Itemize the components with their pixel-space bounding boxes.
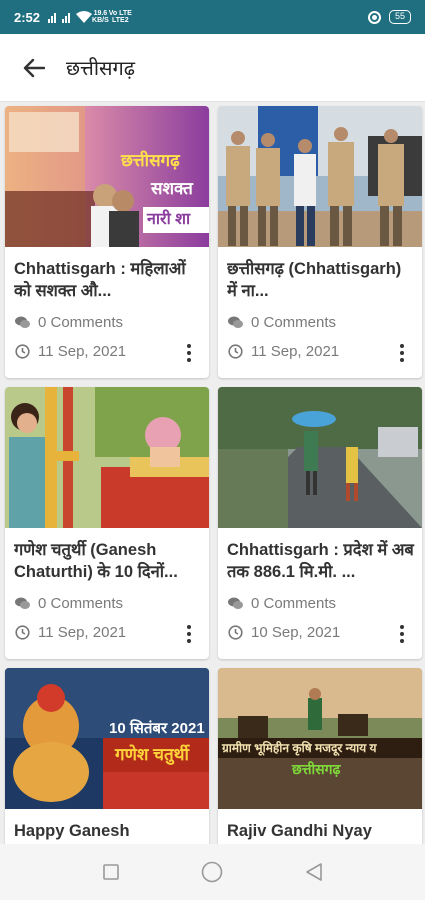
thumb-caption-2: सशक्त <box>151 179 193 198</box>
net-speed-unit: KB/S <box>92 17 109 24</box>
article-date-text: 11 Sep, 2021 <box>251 343 340 360</box>
article-title[interactable]: Chhattisgarh : प्रदेश में अब तक 886.1 मि… <box>227 539 415 583</box>
home-button[interactable] <box>192 852 232 892</box>
arrow-left-icon <box>23 58 45 77</box>
article-thumbnail <box>5 387 209 528</box>
clock-icon <box>14 344 30 360</box>
recents-button[interactable] <box>91 852 131 892</box>
comment-icon <box>14 315 30 331</box>
clock-icon <box>14 625 30 641</box>
net-speed-value: 19.6 <box>93 10 108 17</box>
clock-icon <box>227 625 243 641</box>
thumb-caption-scheme: ग्रामीण भूमिहीन कृषि मजदूर न्याय य <box>218 738 422 758</box>
comment-count: 0 Comments <box>227 314 336 331</box>
article-title[interactable]: छत्तीसगढ़ (Chhattisgarh) में ना... <box>227 258 415 302</box>
more-options-button[interactable] <box>179 342 199 364</box>
net-speed: 19.6 KB/S <box>92 10 109 24</box>
system-nav-bar <box>0 844 425 900</box>
comment-count-text: 0 Comments <box>251 314 337 331</box>
article-title[interactable]: Rajiv Gandhi Nyay <box>227 820 415 842</box>
lte-top: Vo LTE <box>108 10 132 17</box>
article-thumbnail <box>218 387 422 528</box>
comment-count: 0 Comments <box>14 314 123 331</box>
article-card[interactable]: गणेश चतुर्थी (Ganesh Chaturthi) के 10 दि… <box>5 387 209 659</box>
back-button[interactable] <box>10 44 58 92</box>
article-date: 11 Sep, 2021 <box>14 624 126 641</box>
article-card[interactable]: छत्तीसगढ़ (Chhattisgarh) में ना... 0 Com… <box>218 106 422 378</box>
article-date-text: 11 Sep, 2021 <box>38 624 127 641</box>
app-bar: छत्तीसगढ़ <box>0 34 425 102</box>
comment-count: 0 Comments <box>227 595 336 612</box>
article-card[interactable]: 10 सितंबर 2021 गणेश चतुर्थी Happy Ganesh <box>5 668 209 844</box>
article-title[interactable]: Happy Ganesh <box>14 820 202 842</box>
triangle-back-icon <box>306 863 322 881</box>
signal-icon <box>48 11 57 23</box>
lte-indicator: Vo LTE LTE2 <box>109 10 132 24</box>
comment-count: 0 Comments <box>14 595 123 612</box>
battery-indicator: 55 <box>388 10 411 24</box>
signal-icon-2 <box>62 11 71 23</box>
circle-icon <box>202 861 223 883</box>
comment-icon <box>227 596 243 612</box>
thumb-caption-date: 10 सितंबर 2021 <box>109 720 205 737</box>
comment-count-text: 0 Comments <box>38 595 124 612</box>
status-bar: 2:52 19.6 KB/S Vo LTE LTE2 55 <box>0 0 425 34</box>
page-title: छत्तीसगढ़ <box>66 58 136 80</box>
article-title[interactable]: Chhattisgarh : महिलाओं को सशक्त औ... <box>14 258 202 302</box>
more-options-button[interactable] <box>392 623 412 645</box>
article-thumbnail: 10 सितंबर 2021 गणेश चतुर्थी <box>5 668 209 809</box>
article-thumbnail <box>218 106 422 247</box>
article-card[interactable]: ग्रामीण भूमिहीन कृषि मजदूर न्याय य छत्ती… <box>218 668 422 844</box>
article-date-text: 11 Sep, 2021 <box>38 343 127 360</box>
more-options-button[interactable] <box>392 342 412 364</box>
comment-count-text: 0 Comments <box>251 595 337 612</box>
thumb-caption-state: छत्तीसगढ़ <box>292 761 341 777</box>
thumb-caption-1: छत्तीसगढ़ <box>121 151 180 170</box>
status-time: 2:52 <box>14 9 41 25</box>
lte-bottom: LTE2 <box>112 17 129 24</box>
article-thumbnail: छत्तीसगढ़ सशक्त नारी शा <box>5 106 209 247</box>
comment-count-text: 0 Comments <box>38 314 124 331</box>
thumb-caption-festival: गणेश चतुर्थी <box>115 745 189 764</box>
article-date-text: 10 Sep, 2021 <box>251 624 341 641</box>
wifi-icon <box>76 11 93 23</box>
comment-icon <box>14 596 30 612</box>
article-date: 10 Sep, 2021 <box>227 624 340 641</box>
article-title[interactable]: गणेश चतुर्थी (Ganesh Chaturthi) के 10 दि… <box>14 539 202 583</box>
clock-icon <box>227 344 243 360</box>
article-card[interactable]: छत्तीसगढ़ सशक्त नारी शा Chhattisgarh : म… <box>5 106 209 378</box>
article-date: 11 Sep, 2021 <box>14 343 126 360</box>
more-options-button[interactable] <box>179 623 199 645</box>
square-icon <box>103 864 119 880</box>
back-nav-button[interactable] <box>294 852 334 892</box>
data-saver-icon <box>367 10 381 24</box>
article-date: 11 Sep, 2021 <box>227 343 339 360</box>
article-thumbnail: ग्रामीण भूमिहीन कृषि मजदूर न्याय य छत्ती… <box>218 668 422 809</box>
thumb-caption-3: नारी शा <box>143 207 209 233</box>
article-card[interactable]: Chhattisgarh : प्रदेश में अब तक 886.1 मि… <box>218 387 422 659</box>
article-grid: छत्तीसगढ़ सशक्त नारी शा Chhattisgarh : म… <box>0 102 425 844</box>
comment-icon <box>227 315 243 331</box>
